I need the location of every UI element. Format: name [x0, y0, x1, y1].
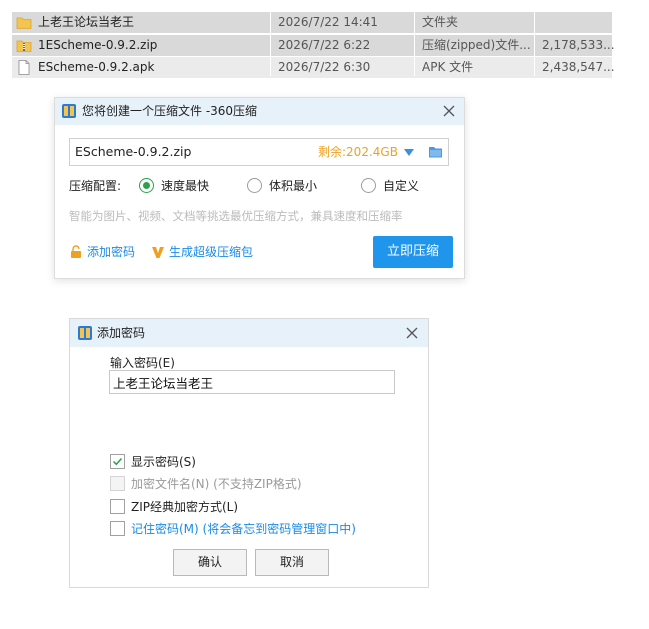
file-date: 2026/7/22 6:30	[278, 60, 371, 74]
file-date: 2026/7/22 14:41	[278, 15, 378, 29]
option-custom-radio[interactable]: 自定义	[361, 178, 431, 194]
checkbox-box	[110, 499, 125, 514]
show-password-checkbox[interactable]: 显示密码(S)	[110, 454, 250, 470]
checkbox-label: 加密文件名(N) (不支持ZIP格式)	[131, 477, 302, 491]
compress-config-label: 压缩配置:	[69, 179, 122, 193]
column-divider	[414, 12, 415, 76]
file-type: 压缩(zipped)文件...	[422, 38, 531, 52]
add-password-link[interactable]: 添加密码	[69, 244, 144, 260]
compress-app-icon	[78, 326, 92, 340]
file-name: 上老王论坛当老王	[38, 15, 135, 29]
option-label: 自定义	[383, 179, 420, 193]
vip-v-icon	[152, 247, 164, 258]
file-row-zip[interactable]: 1EScheme-0.9.2.zip 2026/7/22 6:22 压缩(zip…	[12, 35, 615, 56]
file-name: EScheme-0.9.2.apk	[38, 60, 155, 74]
checkmark-icon	[112, 457, 123, 466]
file-type: 文件夹	[422, 15, 459, 29]
radio-icon	[361, 178, 376, 193]
file-type: APK 文件	[422, 60, 474, 74]
add-password-dialog: 添加密码 输入密码(E) 显示密码(S) 加密文件名(N) (不支持ZIP格式)…	[69, 318, 429, 588]
file-size: 2,438,547...	[542, 60, 615, 74]
encrypt-filenames-checkbox: 加密文件名(N) (不支持ZIP格式)	[110, 476, 370, 492]
super-compress-label: 生成超级压缩包	[169, 245, 254, 259]
compress-dialog: 您将创建一个压缩文件 -360压缩 EScheme-0.9.2.zip 剩余:2…	[54, 97, 465, 279]
file-row-apk[interactable]: EScheme-0.9.2.apk 2026/7/22 6:30 APK 文件 …	[12, 57, 615, 78]
password-input[interactable]	[109, 370, 395, 394]
compress-dialog-title: 您将创建一个压缩文件 -360压缩	[82, 104, 258, 118]
browse-folder-icon[interactable]	[428, 145, 443, 159]
checkbox-label: 记住密码(M) (将会备忘到密码管理窗口中)	[131, 522, 356, 536]
column-divider	[534, 12, 535, 76]
zip-folder-icon	[16, 40, 32, 52]
compress-hint: 智能为图片、视频、文档等挑选最优压缩方式，兼具速度和压缩率	[69, 209, 403, 223]
close-icon[interactable]	[442, 104, 456, 118]
file-list: 上老王论坛当老王 2026/7/22 14:41 文件夹 1EScheme-0.…	[12, 12, 615, 78]
add-password-label: 添加密码	[87, 245, 136, 259]
file-name: 1EScheme-0.9.2.zip	[38, 38, 158, 52]
chevron-down-icon[interactable]	[404, 149, 414, 156]
archive-name-field[interactable]: EScheme-0.9.2.zip 剩余:202.4GB	[69, 138, 449, 166]
checkbox-box	[110, 454, 125, 469]
zip-classic-encryption-checkbox[interactable]: ZIP经典加密方式(L)	[110, 499, 310, 515]
cancel-button[interactable]: 取消	[255, 549, 329, 576]
password-dialog-titlebar[interactable]: 添加密码	[70, 319, 428, 347]
file-row-folder[interactable]: 上老王论坛当老王 2026/7/22 14:41 文件夹	[12, 12, 612, 33]
confirm-button[interactable]: 确认	[173, 549, 247, 576]
file-icon	[18, 60, 30, 75]
file-date: 2026/7/22 6:22	[278, 38, 371, 52]
option-label: 体积最小	[269, 179, 318, 193]
lock-icon	[71, 245, 81, 258]
radio-selected-icon	[139, 178, 154, 193]
file-size: 2,178,533...	[542, 38, 615, 52]
remember-password-checkbox[interactable]: 记住密码(M) (将会备忘到密码管理窗口中)	[110, 521, 410, 537]
checkbox-box	[110, 521, 125, 536]
column-divider	[270, 12, 271, 76]
option-fastest-radio[interactable]: 速度最快	[139, 178, 219, 194]
close-icon[interactable]	[405, 326, 419, 340]
compress-dialog-titlebar[interactable]: 您将创建一个压缩文件 -360压缩	[55, 98, 464, 125]
checkbox-label: 显示密码(S)	[131, 455, 196, 469]
folder-icon	[16, 17, 32, 29]
checkbox-box	[110, 476, 125, 491]
archive-filename: EScheme-0.9.2.zip	[75, 144, 192, 159]
password-input-label: 输入密码(E)	[110, 356, 175, 370]
radio-icon	[247, 178, 262, 193]
password-dialog-title: 添加密码	[97, 326, 146, 340]
super-compress-link[interactable]: 生成超级压缩包	[151, 244, 261, 260]
compress-now-button[interactable]: 立即压缩	[373, 236, 453, 268]
compress-app-icon	[62, 104, 76, 118]
remaining-space: 剩余:202.4GB	[318, 145, 398, 159]
option-smallest-radio[interactable]: 体积最小	[247, 178, 327, 194]
option-label: 速度最快	[161, 179, 210, 193]
checkbox-label: ZIP经典加密方式(L)	[131, 500, 239, 514]
